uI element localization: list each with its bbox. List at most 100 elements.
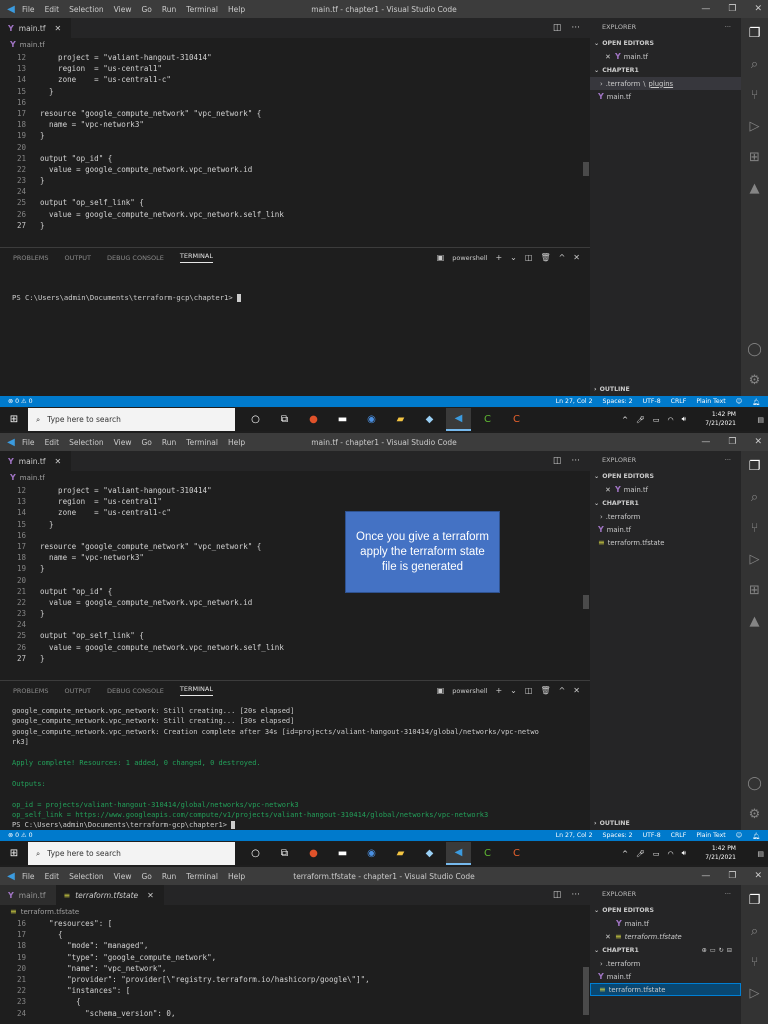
menu-help[interactable]: Help <box>228 438 245 447</box>
tree-item-main-tf[interactable]: Y main.tf <box>590 970 741 983</box>
search-icon[interactable]: ⌕ <box>741 916 768 947</box>
close-icon[interactable]: ✕ <box>604 486 612 494</box>
refresh-icon[interactable]: ↻ <box>719 947 727 954</box>
menu-view[interactable]: View <box>114 438 132 447</box>
cortana-icon[interactable]: ○ <box>243 408 268 431</box>
breadcrumb-file[interactable]: main.tf <box>20 41 45 49</box>
code-editor[interactable]: 16 "resources": [17 {18 "mode": "managed… <box>0 918 585 1019</box>
account-icon[interactable]: ◯ <box>741 768 768 799</box>
menu-go[interactable]: Go <box>141 438 151 447</box>
new-folder-icon[interactable]: ▭ <box>710 947 719 954</box>
open-editor-terraform-tfstate[interactable]: ✕ ≡ terraform.tfstate <box>590 930 741 943</box>
breadcrumb-file[interactable]: terraform.tfstate <box>21 908 79 916</box>
files-icon[interactable]: ❐ <box>741 451 768 482</box>
run-debug-icon[interactable]: ▷ <box>741 111 768 142</box>
menu-help[interactable]: Help <box>228 872 245 881</box>
restore-icon[interactable]: ❐ <box>728 4 736 14</box>
tree-item-terraform-dir[interactable]: › .terraform <box>590 957 741 970</box>
recorder-icon[interactable]: C <box>504 408 529 431</box>
tab-close-icon[interactable]: ✕ <box>147 891 154 900</box>
new-terminal-icon[interactable]: + <box>495 253 502 262</box>
problems-count[interactable]: ⊗ 0 ⚠ 0 <box>8 398 33 405</box>
menu-file[interactable]: File <box>22 5 35 14</box>
menu-view[interactable]: View <box>114 5 132 14</box>
bell-icon[interactable]: 🔔︎ <box>752 398 760 406</box>
windows-start-icon[interactable]: ⊞ <box>0 848 28 859</box>
close-icon[interactable]: ✕ <box>604 933 612 941</box>
encoding[interactable]: UTF-8 <box>643 398 661 406</box>
close-icon[interactable]: ✕ <box>604 53 612 61</box>
close-panel-icon[interactable]: ✕ <box>573 253 580 262</box>
menu-terminal[interactable]: Terminal <box>186 5 218 14</box>
new-terminal-icon[interactable]: + <box>495 686 502 695</box>
menu-terminal[interactable]: Terminal <box>186 872 218 881</box>
menu-run[interactable]: Run <box>162 438 176 447</box>
open-editor-main-tf[interactable]: Y main.tf <box>590 917 741 930</box>
menu-selection[interactable]: Selection <box>69 872 104 881</box>
feedback-icon[interactable]: ☺ <box>736 398 742 406</box>
split-editor-icon[interactable]: ◫ <box>553 23 562 33</box>
tab-close-icon[interactable]: ✕ <box>55 24 62 33</box>
open-editors-header[interactable]: ⌄ OPEN EDITORS <box>590 903 741 917</box>
line-ending[interactable]: CRLF <box>671 398 687 406</box>
run-debug-icon[interactable]: ▷ <box>741 978 768 1009</box>
tab-debug-console[interactable]: DEBUG CONSOLE <box>107 687 164 695</box>
trash-icon[interactable]: 🗑 <box>540 253 550 262</box>
tree-item-terraform-dir[interactable]: › .terraform \ plugins <box>590 77 741 90</box>
windows-start-icon[interactable]: ⊞ <box>0 414 28 425</box>
outline-header[interactable]: › OUTLINE <box>590 816 741 830</box>
clock[interactable]: 1:42 PM 7/21/2021 <box>696 410 736 428</box>
split-editor-icon[interactable]: ◫ <box>553 890 562 900</box>
azure-icon[interactable]: ▲ <box>741 606 768 637</box>
menu-run[interactable]: Run <box>162 872 176 881</box>
indentation[interactable]: Spaces: 2 <box>603 398 633 406</box>
search-icon[interactable]: ⌕ <box>741 49 768 80</box>
camtasia-icon[interactable]: C <box>475 408 500 431</box>
cursor-position[interactable]: Ln 27, Col 2 <box>556 398 593 406</box>
line-ending[interactable]: CRLF <box>671 832 687 840</box>
vscode-taskbar-icon[interactable]: ◀ <box>446 842 471 865</box>
source-control-icon[interactable]: ⑂ <box>741 947 768 978</box>
notifications-icon[interactable]: ▤ <box>757 416 764 424</box>
files-icon[interactable]: ❐ <box>741 885 768 916</box>
open-editor-main-tf[interactable]: ✕ Y main.tf <box>590 50 741 63</box>
tab-terminal[interactable]: TERMINAL <box>179 685 213 696</box>
powerpoint-icon[interactable]: ● <box>301 408 326 431</box>
menu-edit[interactable]: Edit <box>45 438 60 447</box>
taskbar-search[interactable]: ⌕ Type here to search <box>28 842 235 865</box>
taskbar-search[interactable]: ⌕ Type here to search <box>28 408 235 431</box>
menu-go[interactable]: Go <box>141 872 151 881</box>
account-icon[interactable]: ◯ <box>741 334 768 365</box>
menu-terminal[interactable]: Terminal <box>186 438 218 447</box>
tab-close-icon[interactable]: ✕ <box>55 457 62 466</box>
mic-icon[interactable]: 🎤︎ <box>636 416 645 424</box>
cortana-icon[interactable]: ○ <box>243 842 268 865</box>
menu-file[interactable]: File <box>22 438 35 447</box>
outline-header[interactable]: › OUTLINE <box>590 382 741 396</box>
terminal[interactable]: PS C:\Users\admin\Documents\terraform-gc… <box>12 272 582 324</box>
wifi-icon[interactable]: ◠ <box>667 416 673 424</box>
task-view-icon[interactable]: ⧉ <box>272 842 297 865</box>
collapse-all-icon[interactable]: ⊟ <box>727 947 735 954</box>
tree-item-main-tf[interactable]: Y main.tf <box>590 90 741 103</box>
chevron-down-icon[interactable]: ⌄ <box>510 686 517 695</box>
terminal-app-icon[interactable]: ▬ <box>330 408 355 431</box>
volume-icon[interactable]: 🔊︎ <box>682 849 686 858</box>
maximize-panel-icon[interactable]: ^ <box>559 253 566 262</box>
search-icon[interactable]: ⌕ <box>741 482 768 513</box>
open-editors-header[interactable]: ⌄ OPEN EDITORS <box>590 36 741 50</box>
close-icon[interactable]: ✕ <box>754 4 762 14</box>
maximize-panel-icon[interactable]: ^ <box>559 686 566 695</box>
wifi-icon[interactable]: ◠ <box>667 850 673 858</box>
folder-header[interactable]: ⌄ CHAPTER1 <box>590 496 741 510</box>
menu-run[interactable]: Run <box>162 5 176 14</box>
minimize-icon[interactable]: — <box>701 871 710 881</box>
more-actions-icon[interactable]: ··· <box>571 456 580 466</box>
scrollbar[interactable] <box>583 967 589 1015</box>
source-control-icon[interactable]: ⑂ <box>741 80 768 111</box>
indentation[interactable]: Spaces: 2 <box>603 832 633 840</box>
more-actions-icon[interactable]: ··· <box>725 456 731 464</box>
problems-count[interactable]: ⊗ 0 ⚠ 0 <box>8 832 33 839</box>
language-mode[interactable]: Plain Text <box>696 398 725 406</box>
close-icon[interactable]: ✕ <box>754 437 762 447</box>
